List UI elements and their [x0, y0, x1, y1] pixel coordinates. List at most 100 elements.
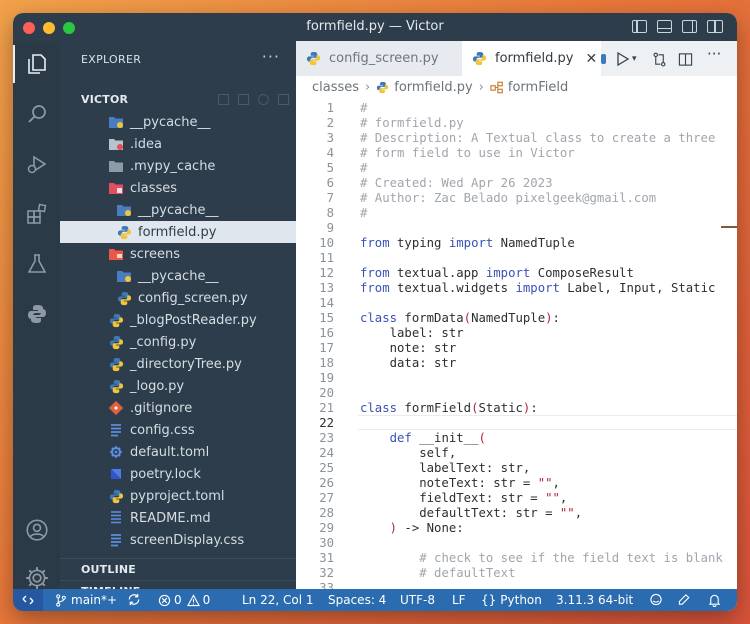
accounts-icon[interactable] [13, 507, 60, 553]
indentation[interactable]: Spaces: 4 [328, 593, 386, 607]
new-folder-icon[interactable] [238, 94, 249, 105]
line-number: 6 [326, 176, 334, 190]
breadcrumb-file[interactable]: formfield.py [394, 80, 472, 95]
workspace-root[interactable]: VICTOR [81, 93, 128, 106]
testing-flask-icon[interactable] [13, 241, 60, 287]
breadcrumb-folder[interactable]: classes [312, 80, 359, 95]
toggle-primary-sidebar-icon[interactable] [632, 20, 647, 33]
file-tree-item[interactable]: _blogPostReader.py [60, 309, 296, 331]
markdown-file-icon [108, 510, 124, 526]
code-token: # defaultText [419, 566, 516, 580]
refresh-icon[interactable] [258, 94, 269, 105]
file-tree-item[interactable]: __pycache__ [60, 199, 296, 221]
line-number: 30 [319, 536, 334, 550]
file-tree-item[interactable]: __pycache__ [60, 111, 296, 133]
code-line: # Description: A Textual class to create… [360, 131, 715, 145]
breadcrumb-symbol[interactable]: formField [508, 80, 568, 95]
file-tree-item[interactable]: .mypy_cache [60, 155, 296, 177]
new-file-icon[interactable] [218, 94, 229, 105]
encoding[interactable]: UTF-8 [400, 593, 435, 607]
code-token: formData [397, 311, 464, 325]
file-tree-item[interactable]: pyproject.toml [60, 485, 296, 507]
vscode-window: formfield.py — Victor EXPLORER ··· VICTO… [13, 13, 737, 611]
python-icon[interactable] [13, 291, 60, 337]
code-line: ) -> None: [360, 521, 464, 535]
split-editor-icon[interactable] [678, 51, 693, 67]
code-token: NamedTuple [471, 311, 546, 325]
python-interpreter[interactable]: 3.11.3 64-bit [556, 593, 633, 607]
code-token: "" [545, 491, 560, 505]
code-token: textual.app [389, 266, 486, 280]
file-tree-item-label: _blogPostReader.py [130, 312, 257, 328]
folder-python-icon [116, 268, 132, 284]
problems-indicator[interactable]: 0 0 [158, 593, 210, 607]
sync-icon[interactable] [127, 593, 141, 606]
chevron-right-icon: › [478, 79, 484, 95]
file-tree-item[interactable]: __pycache__ [60, 265, 296, 287]
file-tree-item[interactable]: formfield.py [60, 221, 296, 243]
tab-config-screen[interactable]: config_screen.py [296, 41, 462, 76]
toggle-panel-icon[interactable] [657, 20, 672, 33]
editor-more-actions-icon[interactable]: ··· [707, 45, 721, 63]
live-share-icon[interactable] [649, 593, 663, 606]
tab-formfield[interactable]: formfield.py ✕ [462, 41, 601, 76]
code-token: : [552, 311, 560, 325]
python-file-icon [108, 488, 124, 504]
cursor-position[interactable]: Ln 22, Col 1 [242, 593, 314, 607]
css-file-icon [108, 532, 124, 548]
collapse-all-icon[interactable] [278, 94, 289, 105]
language-mode[interactable]: {} Python [481, 593, 542, 607]
feedback-icon[interactable] [678, 593, 692, 606]
line-number: 8 [326, 206, 334, 220]
notifications-bell-icon[interactable] [708, 593, 721, 607]
run-debug-icon[interactable] [13, 141, 60, 187]
run-python-file-icon[interactable] [616, 51, 630, 67]
run-dropdown-icon[interactable]: ▾ [632, 51, 637, 67]
close-tab-icon[interactable]: ✕ [585, 51, 597, 67]
code-editor[interactable]: 1 #2 # formfield.py 3 # Description: A Textu… [296, 98, 737, 589]
code-line: from typing import NamedTuple [360, 236, 575, 250]
code-token: note: str [360, 341, 457, 355]
file-tree-item[interactable]: .idea [60, 133, 296, 155]
file-tree-item[interactable]: poetry.lock [60, 463, 296, 485]
file-tree-item[interactable]: _config.py [60, 331, 296, 353]
code-line: # form field to use in Victor [360, 146, 575, 160]
extensions-icon[interactable] [13, 191, 60, 237]
customize-layout-icon[interactable] [707, 20, 723, 33]
status-bar: main*+ 0 0 Ln 22, Col 1 Spaces: 4 UTF-8 … [13, 589, 737, 611]
remote-indicator-icon[interactable] [13, 589, 43, 611]
file-tree-item[interactable]: _logo.py [60, 375, 296, 397]
explorer-icon[interactable] [13, 41, 60, 87]
file-tree-item[interactable]: README.md [60, 507, 296, 529]
folder-classes-icon [108, 180, 124, 196]
branch-indicator[interactable]: main*+ [55, 593, 117, 607]
code-line: # check to see if the field text is blan… [360, 551, 723, 565]
more-actions-icon[interactable]: ··· [262, 47, 280, 66]
file-tree-item[interactable]: config_screen.py [60, 287, 296, 309]
line-number: 15 [319, 311, 334, 325]
end-of-line[interactable]: LF [452, 593, 466, 607]
python-file-icon [116, 224, 132, 240]
file-tree-item[interactable]: screenDisplay.css [60, 529, 296, 551]
file-tree-item[interactable]: config.css [60, 419, 296, 441]
outline-section[interactable]: OUTLINE [60, 558, 296, 580]
file-tree-item[interactable]: screens [60, 243, 296, 265]
git-branch-icon [56, 593, 66, 607]
code-token: class [360, 311, 398, 325]
file-tree-item[interactable]: default.toml [60, 441, 296, 463]
file-tree-item[interactable]: _directoryTree.py [60, 353, 296, 375]
toggle-secondary-sidebar-icon[interactable] [682, 20, 697, 33]
search-icon[interactable] [13, 91, 60, 137]
line-number: 27 [319, 491, 334, 505]
file-tree-item[interactable]: classes [60, 177, 296, 199]
compare-changes-icon[interactable] [652, 51, 667, 67]
code-token: "" [537, 476, 553, 490]
overflow-tab-icon[interactable] [601, 54, 606, 64]
code-line: class formData(NamedTuple): [360, 311, 560, 325]
outline-label: OUTLINE [81, 563, 137, 576]
line-number: 3 [326, 131, 334, 145]
file-tree-item[interactable]: .gitignore [60, 397, 296, 419]
editor-area: config_screen.py formfield.py ✕ ▾ ··· cl… [296, 41, 737, 589]
code-token: "" [559, 506, 575, 520]
